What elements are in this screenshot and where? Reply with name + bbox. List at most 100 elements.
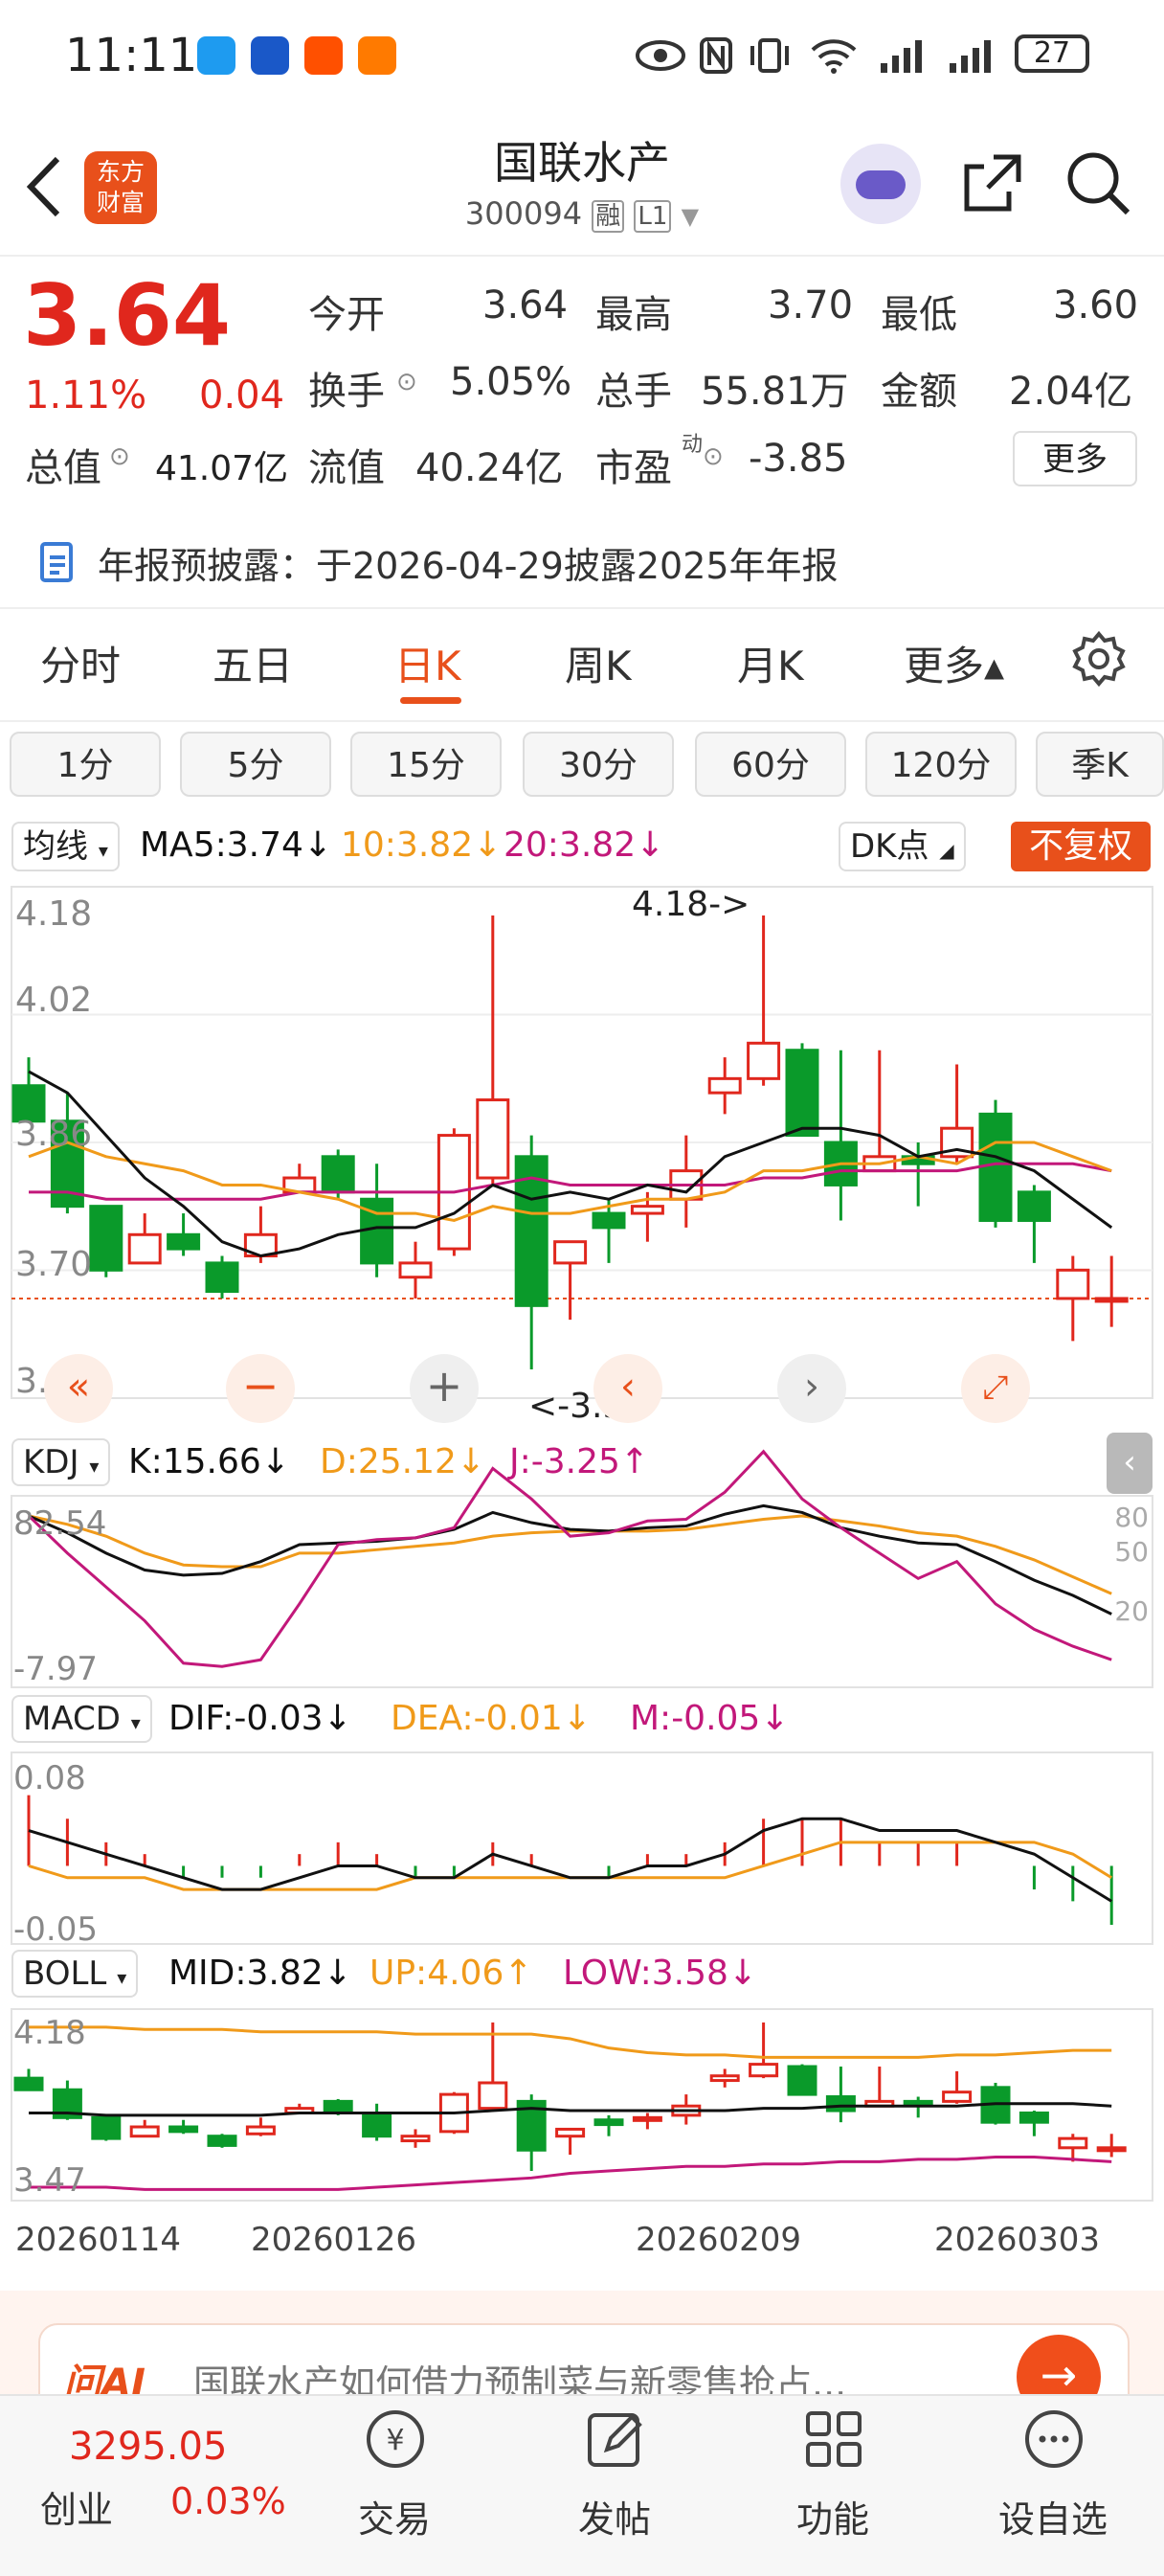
tab-yuek[interactable]: 月K	[737, 634, 804, 692]
pill-quarter[interactable]: 季K	[1036, 732, 1164, 797]
pill-60min[interactable]: 60分	[695, 732, 846, 797]
info-icon[interactable]: ⊙	[109, 442, 130, 471]
tab-zhouk[interactable]: 周K	[565, 634, 632, 692]
signal-icon	[881, 40, 922, 73]
functions-grid-icon[interactable]	[800, 2406, 867, 2473]
search-icon[interactable]	[1064, 149, 1133, 218]
tab-rik[interactable]: 日K	[394, 634, 461, 692]
y-axis-label: 4.02	[15, 981, 92, 1020]
collapse-panel-button[interactable]: ‹	[1107, 1433, 1153, 1494]
candle-body	[707, 1076, 742, 1095]
pill-120min[interactable]: 120分	[865, 732, 1017, 797]
pill-5min[interactable]: 5分	[180, 732, 331, 797]
footer-functions[interactable]: 功能	[737, 2490, 929, 2542]
turnover-label: 换手	[308, 370, 385, 414]
more-dots-icon[interactable]	[1020, 2406, 1087, 2473]
boll-mid-label: MID:3.82↓	[168, 1954, 352, 1993]
vibrate-icon	[750, 38, 789, 73]
ma5-label: MA5:3.74↓	[140, 825, 333, 865]
fuquan-button[interactable]: 不复权	[1011, 822, 1151, 871]
boll-up-line	[29, 2025, 1112, 2059]
post-edit-icon[interactable]	[582, 2406, 649, 2473]
tab-active-underline	[400, 697, 461, 704]
float-value: 40.24亿	[415, 446, 564, 490]
scroll-right-button[interactable]: ›	[777, 1354, 846, 1423]
pill-30min[interactable]: 30分	[523, 732, 674, 797]
tab-more[interactable]: 更多▴	[904, 634, 1004, 692]
kdj-k-label: K:15.66↓	[128, 1442, 290, 1481]
candle-body	[553, 1240, 588, 1265]
battery-indicator: 27	[1015, 34, 1089, 73]
macd-m-label: M:-0.05↓	[630, 1699, 790, 1738]
svg-text:¥: ¥	[386, 2424, 404, 2457]
chat-app-icon	[197, 36, 235, 75]
candle-body	[245, 2125, 276, 2135]
kdj-j-label: J:-3.25↑	[509, 1442, 650, 1481]
info-icon[interactable]: ⊙	[703, 442, 724, 471]
pe-value: -3.85	[749, 437, 848, 481]
footer-post[interactable]: 发帖	[519, 2490, 710, 2542]
kline-chart-area[interactable]: 4.184.023.863.703.544.18-><-3.5482.54-7.…	[0, 873, 1164, 2310]
candle-body	[632, 2115, 662, 2122]
y-axis-label: 3.70	[15, 1245, 92, 1284]
candle-body	[592, 1211, 626, 1230]
notice-bar[interactable]: 年报预披露：于2026-04-29披露2025年年报	[0, 517, 1164, 607]
dk-point-selector[interactable]: DK点 ◢	[839, 822, 966, 871]
index-name[interactable]: 创业	[40, 2480, 113, 2533]
footer-add-watchlist[interactable]: 设自选	[957, 2490, 1149, 2542]
more-button[interactable]: 更多	[1013, 431, 1137, 486]
change-percent: 1.11%	[25, 373, 147, 418]
mktcap-value: 41.07亿	[155, 449, 289, 488]
float-label: 流值	[308, 446, 385, 490]
assistant-robot-icon[interactable]	[840, 144, 921, 224]
candle-body	[555, 2127, 586, 2138]
kdj-top-label: 82.54	[13, 1504, 106, 1543]
candle-body	[362, 2113, 392, 2138]
kdj-selector[interactable]: KDJ ▾	[11, 1438, 111, 1486]
candle-body	[1058, 2136, 1088, 2150]
tab-fenshi[interactable]: 分时	[40, 634, 121, 692]
share-icon[interactable]	[959, 149, 1026, 216]
boll-selector[interactable]: BOLL ▾	[11, 1950, 139, 1998]
low-label: 最低	[881, 293, 957, 337]
x-date-label: 20260114	[15, 2221, 181, 2259]
volume-value: 55.81万	[701, 370, 849, 414]
candle-body	[825, 2095, 856, 2113]
candle-body	[321, 1155, 355, 1194]
ma10-label: 10:3.82↓	[341, 825, 503, 865]
x-date-label: 20260209	[636, 2221, 801, 2259]
candle-body	[942, 2090, 973, 2103]
candle-body	[400, 2135, 431, 2143]
shop-app-icon	[358, 36, 396, 75]
index-value[interactable]: 3295.05	[69, 2425, 227, 2469]
candle-body	[129, 2125, 160, 2138]
candle-body	[167, 1232, 201, 1251]
boll-low-line	[29, 2156, 1112, 2191]
max-price-note: 4.18->	[632, 885, 750, 924]
pill-15min[interactable]: 15分	[350, 732, 502, 797]
macd-dea-label: DEA:-0.01↓	[391, 1699, 592, 1738]
footer-trade[interactable]: 交易	[299, 2490, 490, 2542]
scroll-left-fast-button[interactable]: «	[44, 1354, 113, 1423]
settings-gear-icon[interactable]	[1070, 630, 1128, 688]
candle-body	[205, 1261, 239, 1294]
pill-1min[interactable]: 1分	[10, 732, 161, 797]
fullscreen-button[interactable]: ⤢	[961, 1354, 1030, 1423]
ma-selector[interactable]: 均线 ▾	[11, 822, 120, 871]
candle-body	[1056, 1268, 1090, 1300]
macd-selector[interactable]: MACD ▾	[11, 1695, 152, 1743]
index-percent[interactable]: 0.03%	[170, 2480, 286, 2522]
boll-top-label: 4.18	[13, 2014, 86, 2052]
boll-mid-line	[29, 2102, 1112, 2117]
zoom-out-button[interactable]: −	[226, 1354, 295, 1423]
macd-bottom-label: -0.05	[13, 1910, 98, 1949]
info-icon[interactable]: ⊙	[396, 368, 417, 396]
candle-body	[13, 2076, 44, 2091]
tab-wuri[interactable]: 五日	[213, 634, 293, 692]
boll-low-label: LOW:3.58↓	[563, 1954, 758, 1993]
zoom-in-button[interactable]: +	[410, 1354, 479, 1423]
stock-code: 300094	[464, 195, 583, 232]
kdj-bottom-label: -7.97	[13, 1650, 98, 1688]
scroll-left-button[interactable]: ‹	[593, 1354, 662, 1423]
trade-icon[interactable]: ¥	[362, 2406, 429, 2473]
